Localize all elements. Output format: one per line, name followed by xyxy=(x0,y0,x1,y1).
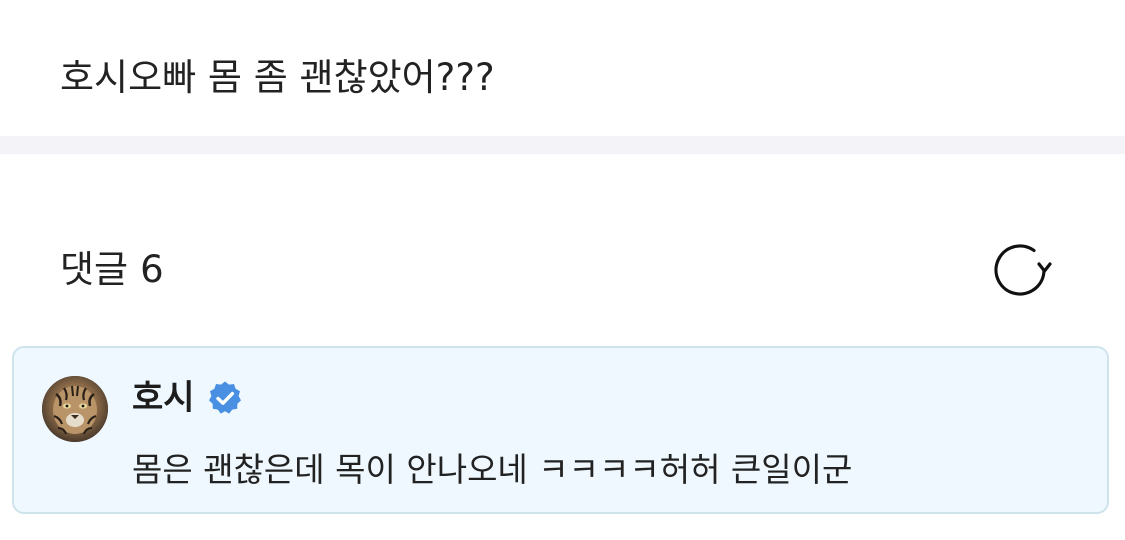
post-text: 호시오빠 몸 좀 괜찮았어??? xyxy=(60,56,495,99)
verified-badge-icon xyxy=(208,381,241,414)
post-body: 호시오빠 몸 좀 괜찮았어??? xyxy=(0,0,1125,136)
avatar[interactable] xyxy=(42,376,108,442)
comments-count: 6 xyxy=(140,248,164,291)
tiger-avatar-icon xyxy=(42,376,108,442)
refresh-button[interactable] xyxy=(992,240,1052,300)
comments-title: 댓글 6 xyxy=(60,244,164,296)
comment-author-row: 호시 xyxy=(132,374,243,422)
comment-author-name[interactable]: 호시 xyxy=(132,374,195,422)
section-divider xyxy=(0,136,1125,154)
refresh-icon xyxy=(994,244,1052,296)
comment-text: 몸은 괜찮은데 목이 안나오네 ㅋㅋㅋㅋ허허 큰일이군 xyxy=(132,450,853,489)
comment-card: 호시 몸은 괜찮은데 목이 안나오네 ㅋㅋㅋㅋ허허 큰일이군 xyxy=(12,346,1109,514)
comments-header: 댓글 6 xyxy=(0,154,1125,344)
comments-label: 댓글 xyxy=(60,248,129,291)
